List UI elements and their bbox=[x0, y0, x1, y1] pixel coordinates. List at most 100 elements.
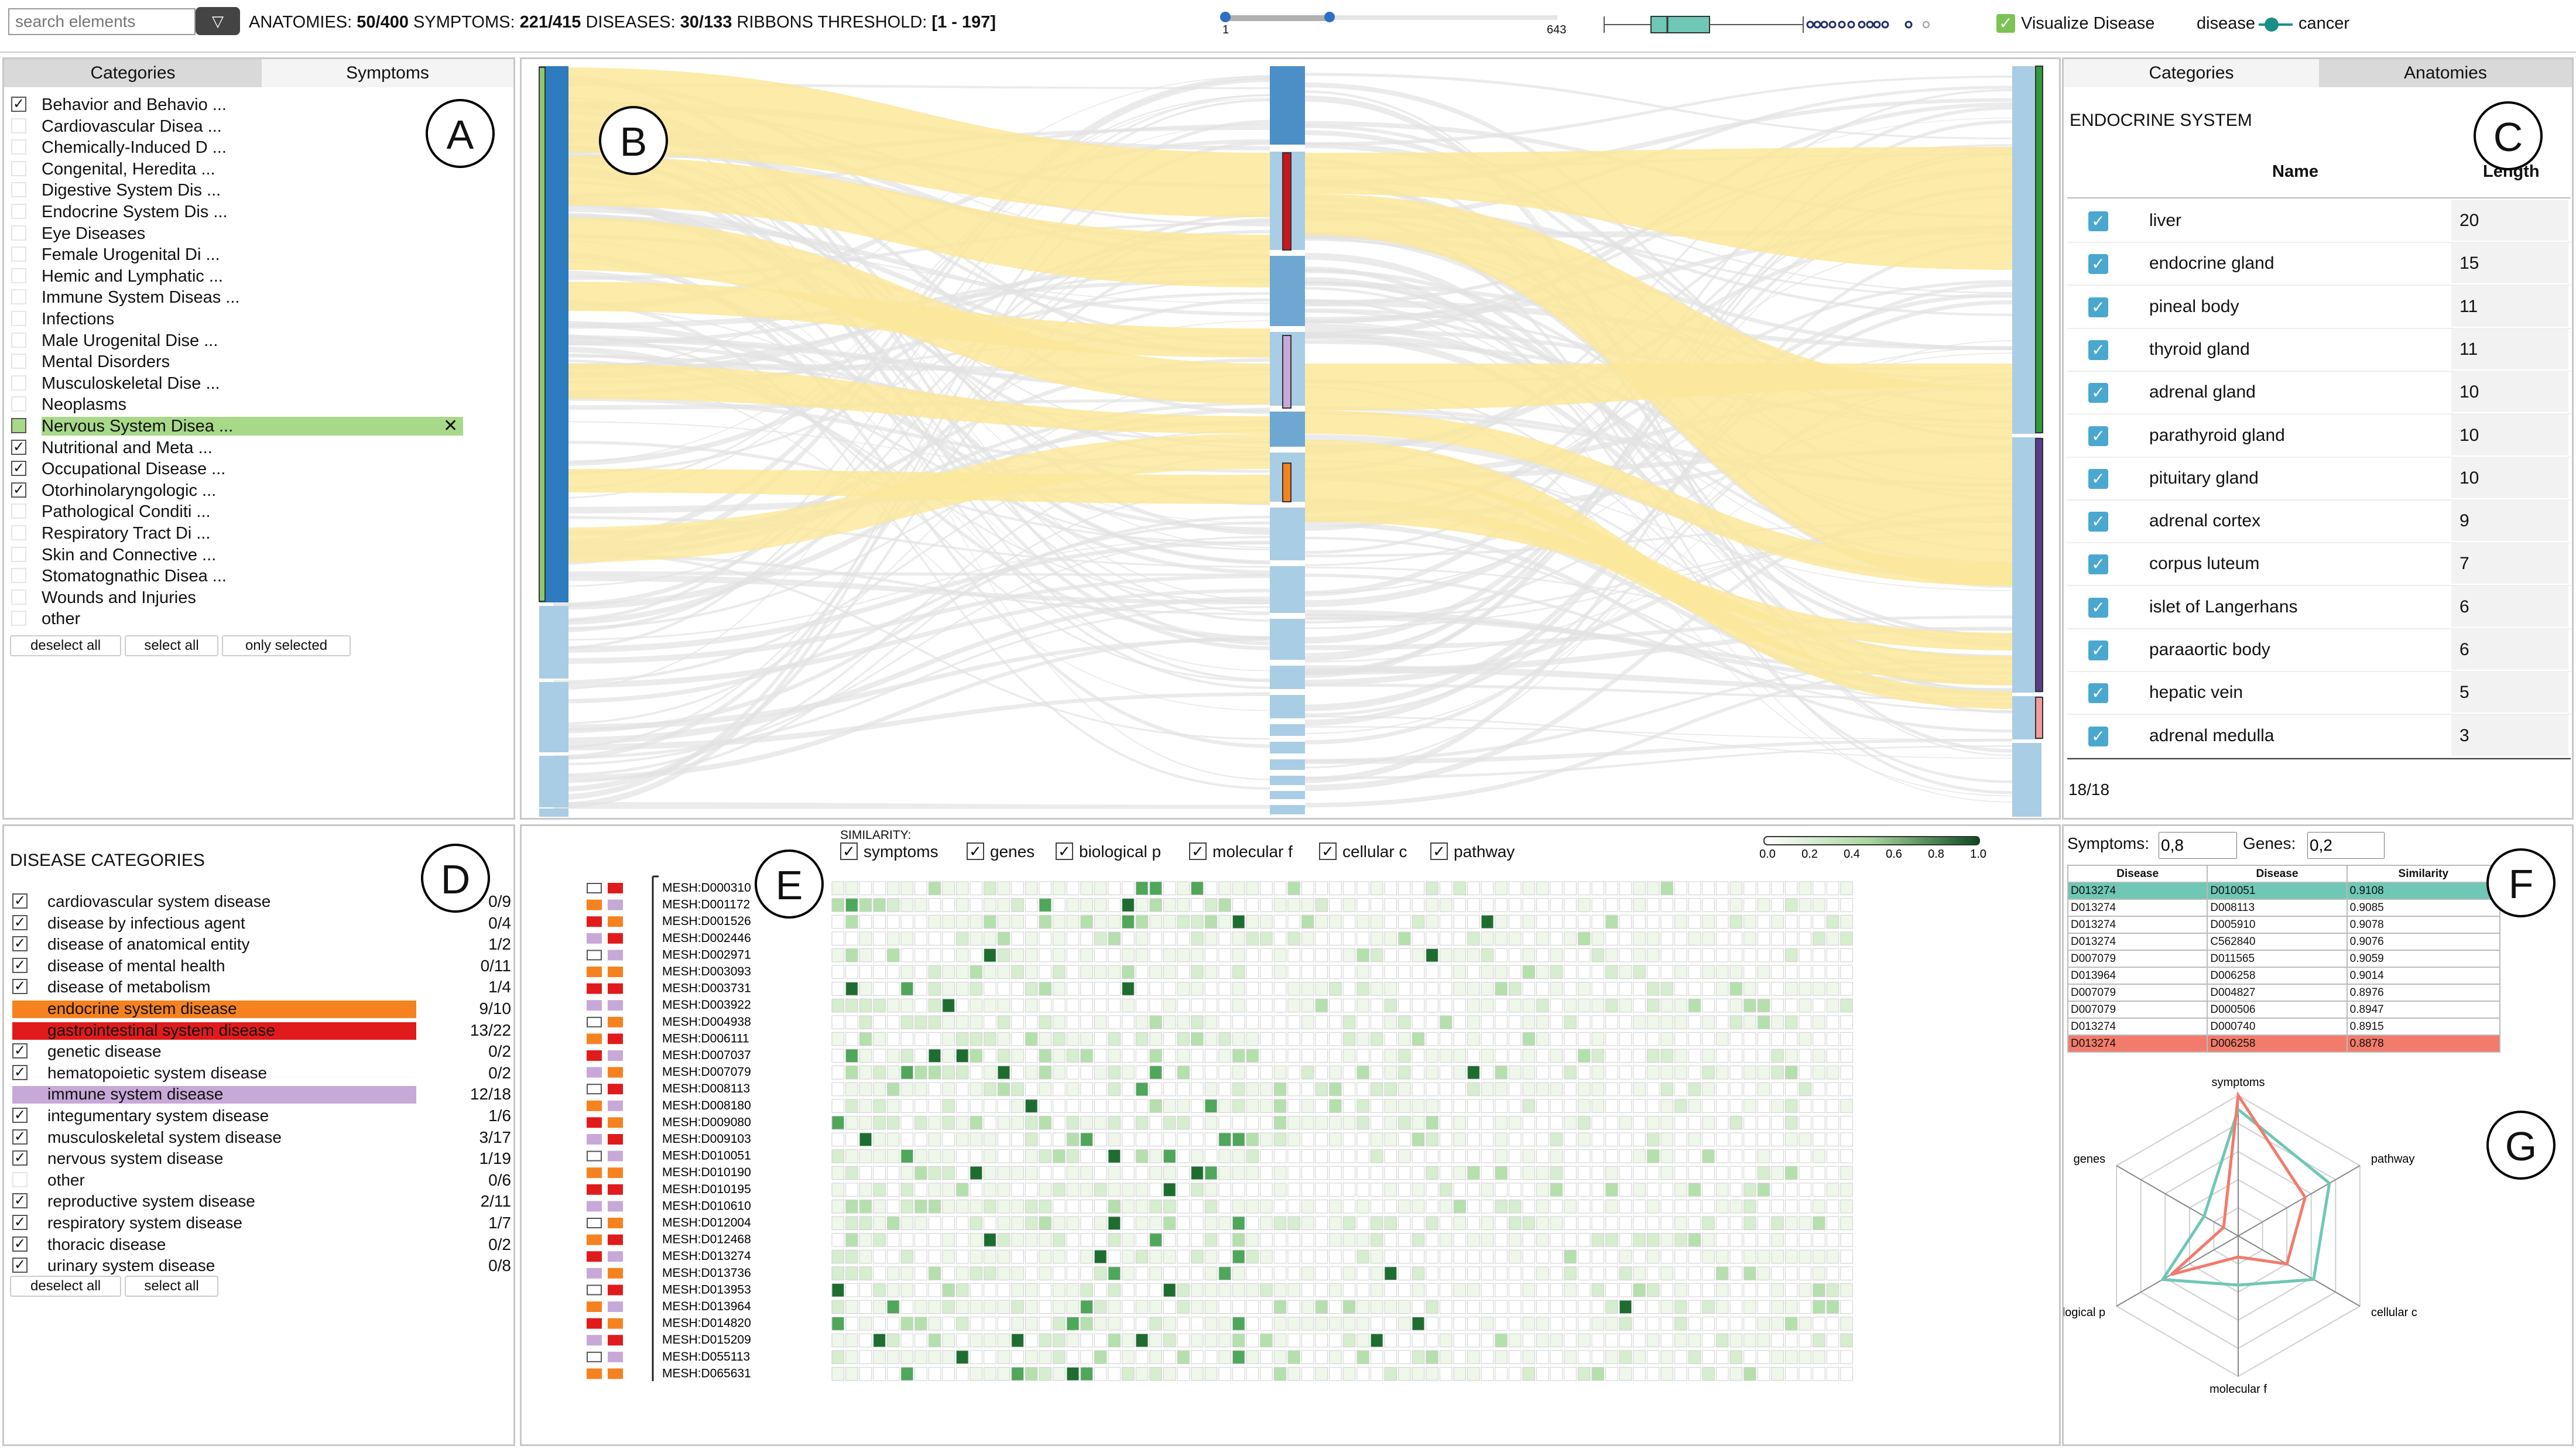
heatmap-cell[interactable] bbox=[1495, 1216, 1508, 1231]
heatmap-cell[interactable] bbox=[1287, 1082, 1300, 1097]
heatmap-cell[interactable] bbox=[1260, 1015, 1273, 1029]
heatmap-cell[interactable] bbox=[1356, 1266, 1369, 1280]
heatmap-cell[interactable] bbox=[859, 898, 872, 912]
heatmap-cell[interactable] bbox=[1550, 1099, 1563, 1113]
heatmap-cell[interactable] bbox=[1135, 1216, 1149, 1231]
heatmap-cell[interactable] bbox=[1398, 1099, 1411, 1113]
heatmap-cell[interactable] bbox=[970, 1233, 983, 1247]
heatmap-cell[interactable] bbox=[1577, 948, 1591, 962]
heatmap-cell[interactable] bbox=[1273, 1283, 1287, 1297]
heatmap-cell[interactable] bbox=[1191, 1317, 1204, 1331]
heatmap-cell[interactable] bbox=[1799, 1166, 1812, 1180]
heatmap-cell[interactable] bbox=[970, 1216, 983, 1231]
heatmap-cell[interactable] bbox=[1495, 1015, 1508, 1029]
heatmap-cell[interactable] bbox=[1329, 1317, 1342, 1331]
heatmap-cell[interactable] bbox=[900, 1366, 914, 1381]
heatmap-cell[interactable] bbox=[845, 1249, 858, 1264]
heatmap-cell[interactable] bbox=[1646, 931, 1660, 946]
heatmap-cell[interactable] bbox=[1619, 1266, 1632, 1280]
heatmap-cell[interactable] bbox=[1508, 948, 1522, 962]
heatmap-cell[interactable] bbox=[1743, 1066, 1756, 1080]
heatmap-cell[interactable] bbox=[1660, 1199, 1674, 1214]
heatmap-cell[interactable] bbox=[845, 965, 858, 979]
heatmap-cell[interactable] bbox=[859, 1199, 872, 1214]
heatmap-cell[interactable] bbox=[1177, 1049, 1190, 1063]
heatmap-cell[interactable] bbox=[1163, 1350, 1176, 1364]
heatmap-cell[interactable] bbox=[1674, 1149, 1687, 1163]
heatmap-cell[interactable] bbox=[1398, 881, 1411, 896]
heatmap-cell[interactable] bbox=[1813, 1333, 1825, 1348]
heatmap-cell[interactable] bbox=[1591, 965, 1605, 979]
heatmap-cell[interactable] bbox=[1232, 998, 1245, 1013]
heatmap-cell[interactable] bbox=[1204, 898, 1218, 912]
heatmap-cell[interactable] bbox=[1715, 1115, 1729, 1130]
heatmap-cell[interactable] bbox=[1467, 1366, 1480, 1381]
heatmap-cell[interactable] bbox=[984, 1132, 996, 1147]
heatmap-cell[interactable] bbox=[1191, 881, 1204, 896]
heatmap-cell[interactable] bbox=[1218, 1015, 1231, 1029]
heatmap-cell[interactable] bbox=[1025, 1049, 1038, 1063]
heatmap-cell[interactable] bbox=[1232, 1099, 1245, 1113]
heatmap-cell[interactable] bbox=[1840, 1183, 1853, 1197]
heatmap-cell[interactable] bbox=[831, 1300, 845, 1314]
heatmap-cell[interactable] bbox=[1342, 1317, 1356, 1331]
heatmap-cell[interactable] bbox=[900, 1300, 914, 1314]
heatmap-cell[interactable] bbox=[1315, 1300, 1328, 1314]
heatmap-cell[interactable] bbox=[1191, 1115, 1204, 1130]
heatmap-cell[interactable] bbox=[1660, 998, 1674, 1013]
heatmap-cell[interactable] bbox=[1342, 1233, 1356, 1247]
heatmap-cell[interactable] bbox=[1674, 1283, 1687, 1297]
heatmap-cell[interactable] bbox=[1481, 1099, 1494, 1113]
heatmap-cell[interactable] bbox=[1053, 1015, 1066, 1029]
heatmap-cell[interactable] bbox=[1163, 1199, 1176, 1214]
heatmap-cell[interactable] bbox=[1315, 931, 1328, 946]
heatmap-cell[interactable] bbox=[970, 914, 983, 929]
heatmap-cell[interactable] bbox=[1688, 1183, 1701, 1197]
heatmap-cell[interactable] bbox=[1743, 982, 1756, 996]
heatmap-cell[interactable] bbox=[1094, 1066, 1107, 1080]
checkbox-icon[interactable]: ✓ bbox=[2088, 297, 2108, 317]
heatmap-cell[interactable] bbox=[1481, 1249, 1494, 1264]
only-selected-button[interactable]: only selected bbox=[222, 635, 351, 656]
category-checkbox[interactable] bbox=[11, 332, 26, 348]
heatmap-cell[interactable] bbox=[1094, 898, 1107, 912]
heatmap-cell[interactable] bbox=[1481, 881, 1494, 896]
heatmap-cell[interactable] bbox=[1342, 1166, 1356, 1180]
heatmap-cell[interactable] bbox=[1315, 1015, 1328, 1029]
heatmap-cell[interactable] bbox=[1246, 965, 1259, 979]
heatmap-cell[interactable] bbox=[1522, 1249, 1536, 1264]
heatmap-cell[interactable] bbox=[845, 1233, 858, 1247]
heatmap-cell[interactable] bbox=[1398, 1149, 1411, 1163]
heatmap-cell[interactable] bbox=[1260, 1216, 1273, 1231]
heatmap-cell[interactable] bbox=[1481, 1032, 1494, 1046]
sankey-ribbon[interactable] bbox=[1305, 73, 2012, 140]
heatmap-cell[interactable] bbox=[1674, 1199, 1687, 1214]
heatmap-cell[interactable] bbox=[1232, 1317, 1245, 1331]
heatmap-cell[interactable] bbox=[1287, 1333, 1300, 1348]
heatmap-cell[interactable] bbox=[1633, 1099, 1646, 1113]
heatmap-cell[interactable] bbox=[900, 1317, 914, 1331]
heatmap-cell[interactable] bbox=[1743, 1099, 1756, 1113]
heatmap-cell[interactable] bbox=[1204, 1350, 1218, 1364]
heatmap-cell[interactable] bbox=[1453, 1183, 1467, 1197]
heatmap-cell[interactable] bbox=[1799, 1333, 1812, 1348]
sankey-node-disease[interactable] bbox=[1270, 695, 1305, 718]
heatmap-cell[interactable] bbox=[1025, 1266, 1038, 1280]
category-checkbox[interactable] bbox=[11, 118, 26, 133]
heatmap-cell[interactable] bbox=[1204, 1066, 1218, 1080]
heatmap-cell[interactable] bbox=[1467, 982, 1480, 996]
heatmap-cell[interactable] bbox=[1108, 982, 1121, 996]
heatmap-cell[interactable] bbox=[1260, 898, 1273, 912]
heatmap-cell[interactable] bbox=[997, 1149, 1010, 1163]
heatmap-cell[interactable] bbox=[1715, 1015, 1729, 1029]
heatmap-cell[interactable] bbox=[1646, 1099, 1660, 1113]
heatmap-cell[interactable] bbox=[1039, 1015, 1052, 1029]
heatmap-cell[interactable] bbox=[1715, 1350, 1729, 1364]
heatmap-cell[interactable] bbox=[942, 1216, 955, 1231]
heatmap-cell[interactable] bbox=[1784, 1283, 1798, 1297]
heatmap-cell[interactable] bbox=[1605, 1183, 1618, 1197]
heatmap-cell[interactable] bbox=[1149, 1082, 1162, 1097]
heatmap-cell[interactable] bbox=[1384, 998, 1397, 1013]
heatmap-cell[interactable] bbox=[1439, 1099, 1453, 1113]
heatmap-cell[interactable] bbox=[1757, 1300, 1770, 1314]
